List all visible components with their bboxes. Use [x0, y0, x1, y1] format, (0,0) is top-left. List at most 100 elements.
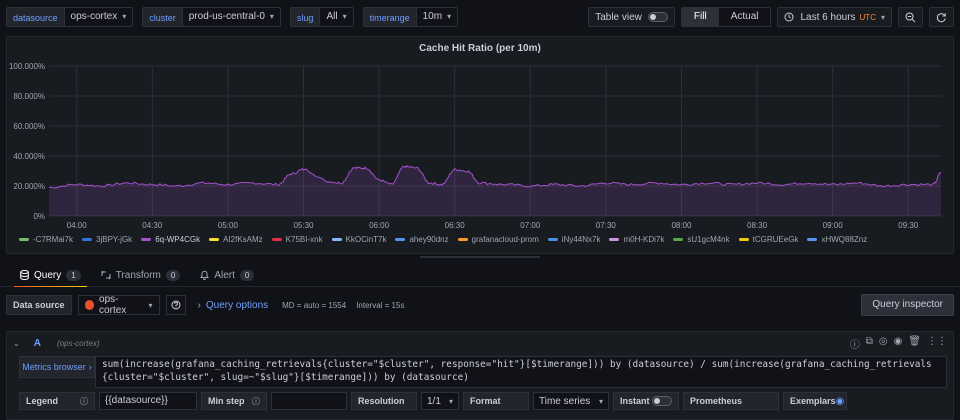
variable-value: All [326, 11, 338, 22]
x-tick-label: 06:30 [445, 221, 466, 230]
variable-value: prod-us-central-0 [188, 11, 265, 22]
legend-item[interactable]: K75BI-xnk [271, 235, 323, 244]
delete-query-icon[interactable]: 🗑 [908, 336, 921, 351]
hide-response-icon[interactable]: ◉ [894, 336, 903, 351]
instant-label: Instant [613, 392, 679, 410]
legend-item[interactable]: iNy44Nx7k [547, 235, 600, 244]
bell-icon [200, 270, 210, 280]
query-row-header[interactable]: ⌄ A (ops-cortex) [7, 332, 953, 354]
legend-item[interactable]: grafanacloud-prom [457, 235, 539, 244]
disable-query-icon[interactable]: ◎ [879, 336, 888, 351]
exemplars-label: Exemplars ◉ [783, 392, 847, 410]
chevron-right-icon: › [197, 299, 201, 311]
min-step-label-text: Min step [208, 396, 245, 406]
legend-label: AI2fKsAMz [223, 235, 263, 244]
info-icon: ⓘ [252, 396, 260, 406]
format-select[interactable]: Time series ▾ [533, 392, 609, 410]
datasource-value: ops-cortex [99, 294, 127, 316]
time-range-picker[interactable]: Last 6 hours UTC ▾ [777, 7, 892, 27]
zoom-out-button[interactable] [898, 7, 923, 27]
legend-item[interactable]: xHWQ88Znz [807, 235, 867, 244]
cache-hit-ratio-chart[interactable]: 0% 20.000% 40.000% 60.000% 80.000% 100.000% 04… [7, 37, 955, 235]
legend-item[interactable]: -C7RMai7k [19, 235, 73, 244]
help-icon[interactable]: ⓘ [850, 336, 860, 351]
legend-item[interactable]: ahey90dnz [395, 235, 449, 244]
y-tick-label: 80.000% [13, 92, 45, 101]
tab-transform[interactable]: Transform 0 [91, 263, 191, 287]
chevron-down-icon[interactable]: ⌄ [13, 339, 20, 348]
graph-panel: Cache Hit Ratio (per 10m) 0% 20.000% 40.00… [6, 36, 954, 254]
datasource-picker[interactable]: ops-cortex ▾ [77, 294, 160, 316]
eye-icon[interactable]: ◉ [836, 396, 845, 407]
x-tick-label: 04:30 [142, 221, 163, 230]
resolution-label: Resolution [351, 392, 417, 410]
legend-label: 3jBPY-jGk [96, 235, 133, 244]
drag-handle-icon[interactable]: ⋮⋮ [927, 336, 947, 351]
legend-format-input[interactable]: {{datasource}} [99, 392, 197, 410]
clock-icon [784, 12, 794, 22]
chevron-down-icon: ▾ [269, 12, 274, 21]
variable-select-cluster[interactable]: prod-us-central-0 ▾ [181, 7, 281, 27]
format-value: Time series [539, 395, 591, 407]
table-view-label: Table view [595, 11, 642, 23]
query-options-toggle[interactable]: › Query options [198, 300, 269, 311]
x-tick-label: 05:30 [293, 221, 314, 230]
legend-item[interactable]: sU1gcM4nk [673, 235, 730, 244]
toggle-switch[interactable] [647, 12, 668, 22]
datasource-label: Data source [6, 295, 72, 315]
x-tick-label: 06:00 [369, 221, 390, 230]
legend-swatch [609, 238, 620, 241]
tab-query[interactable]: Query 1 [10, 263, 91, 288]
duplicate-query-icon[interactable]: ⧉ [866, 336, 873, 351]
query-datasource-name: (ops-cortex) [56, 338, 100, 348]
metrics-browser-button[interactable]: Metrics browser › [19, 356, 95, 378]
legend-item[interactable]: AI2fKsAMz [209, 235, 263, 244]
tab-label: Alert [214, 269, 235, 281]
y-tick-label: 0% [33, 212, 45, 221]
tab-alert[interactable]: Alert 0 [190, 263, 264, 287]
format-label: Format [463, 392, 529, 410]
legend-item[interactable]: 3jBPY-jGk [82, 235, 132, 244]
legend-label: sU1gcM4nk [687, 235, 730, 244]
panel-resize-handle[interactable] [420, 256, 540, 258]
legend-item[interactable]: 6q-WP4CGk [141, 235, 200, 244]
legend-item[interactable]: tCGRUEeGk [738, 235, 798, 244]
max-data-points-info: MD = auto = 1554 [282, 300, 347, 310]
series-area [49, 165, 941, 216]
datasource-row: Data source ops-cortex ▾ › Query options … [0, 287, 960, 323]
tab-count-badge: 0 [165, 269, 181, 281]
metrics-browser-label: Metrics browser [22, 362, 86, 372]
legend-swatch [141, 238, 152, 241]
actual-button[interactable]: Actual [719, 8, 771, 26]
min-step-input[interactable] [271, 392, 347, 410]
chevron-down-icon: ▾ [122, 12, 127, 21]
promql-query-input[interactable]: sum(increase(grafana_caching_retrievals{… [95, 356, 947, 388]
legend-item[interactable]: m0H-KDi7k [609, 235, 664, 244]
variable-select-timerange[interactable]: 10m ▾ [415, 7, 459, 27]
y-tick-label: 100.000% [9, 62, 45, 71]
fill-button[interactable]: Fill [681, 8, 719, 26]
refresh-button[interactable] [929, 7, 954, 27]
x-tick-label: 07:00 [520, 221, 541, 230]
variable-select-slug[interactable]: All ▾ [319, 7, 354, 27]
instant-toggle[interactable] [652, 396, 672, 406]
resolution-select[interactable]: 1/1 ▾ [421, 392, 459, 410]
editor-tabs: Query 1 Transform 0 Alert 0 [0, 263, 960, 288]
legend-swatch [19, 238, 29, 241]
prometheus-icon [84, 300, 95, 310]
min-step-label: Min step ⓘ [201, 392, 267, 410]
table-view-toggle[interactable]: Table view [588, 7, 675, 27]
timezone-label: UTC [859, 12, 876, 22]
chevron-down-icon: ▾ [598, 396, 603, 406]
help-button[interactable] [165, 295, 186, 315]
x-tick-label: 08:30 [747, 221, 768, 230]
tab-label: Transform [115, 269, 161, 281]
fill-actual-segment: Fill Actual [680, 7, 772, 27]
exemplars-label-text: Exemplars [790, 396, 836, 406]
variable-select-datasource[interactable]: ops-cortex ▾ [63, 7, 134, 27]
query-inspector-button[interactable]: Query inspector [861, 294, 954, 316]
variable-value: ops-cortex [70, 11, 118, 22]
refresh-icon [936, 12, 946, 22]
legend-item[interactable]: KkOCinT7k [331, 235, 386, 244]
metrics-row: Metrics browser › sum(increase(grafana_ca… [19, 356, 947, 388]
